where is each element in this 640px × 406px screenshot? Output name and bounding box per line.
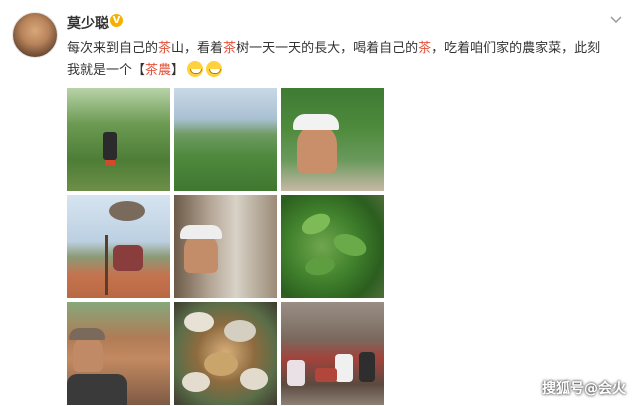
topic-link[interactable]: 茶	[223, 41, 236, 56]
watermark: 搜狐号@会火	[542, 381, 626, 397]
text-segment: 树一天一天的長大，喝着自己的	[236, 41, 419, 56]
photo-man-in-tea-field[interactable]	[67, 88, 170, 191]
photo-hat-on-stick-scarecrow[interactable]	[67, 195, 170, 298]
photo-man-sitting-porch[interactable]	[174, 195, 277, 298]
verified-badge-icon: V	[110, 14, 123, 27]
photo-family-gathering[interactable]	[281, 302, 384, 405]
post-text: 每次来到自己的茶山，看着茶树一天一天的長大，喝着自己的茶，吃着咱们家的農家菜，此…	[67, 38, 622, 82]
topic-link[interactable]: 茶	[418, 41, 431, 56]
photo-tea-leaves-closeup[interactable]	[281, 195, 384, 298]
photo-man-resting-field[interactable]	[67, 302, 170, 405]
avatar[interactable]	[12, 12, 58, 58]
topic-link[interactable]: 茶	[158, 41, 171, 56]
text-segment: 】	[171, 63, 185, 78]
text-segment: 我就是一个【	[67, 63, 146, 78]
grin-emoji-icon	[187, 61, 204, 77]
text-segment: 每次来到自己的	[67, 41, 159, 56]
chevron-down-icon[interactable]	[608, 12, 624, 28]
username[interactable]: 莫少聪	[67, 13, 109, 33]
photo-man-in-cap-selfie[interactable]	[281, 88, 384, 191]
text-segment: 山，看着	[171, 41, 224, 56]
grin-emoji-icon	[206, 61, 223, 77]
topic-link[interactable]: 茶農	[145, 63, 171, 78]
photo-tea-plantation-hills[interactable]	[174, 88, 277, 191]
photo-farm-dishes-table[interactable]	[174, 302, 277, 405]
text-segment: ，吃着咱们家的農家菜，此刻	[431, 41, 601, 56]
